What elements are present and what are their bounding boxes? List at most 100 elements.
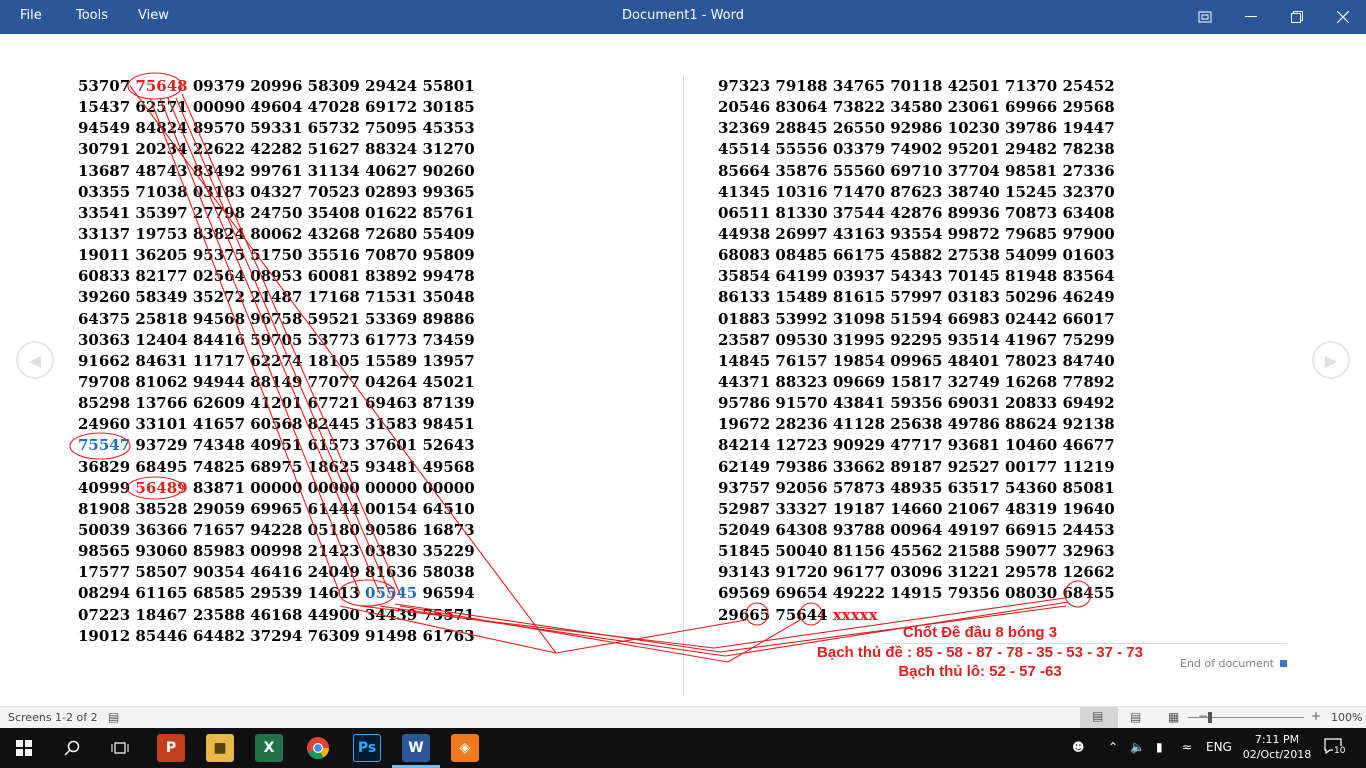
zoom-slider-thumb[interactable] bbox=[1208, 712, 1212, 723]
chrome-app-icon[interactable] bbox=[304, 734, 332, 762]
number-row: 24960 33101 41657 60568 82445 31583 9845… bbox=[78, 414, 475, 435]
number-row: 98565 93060 85983 00998 21423 03830 3522… bbox=[78, 541, 475, 562]
number-text: 93757 92056 57873 48935 63517 54360 8508… bbox=[718, 478, 1115, 497]
number-text: 01883 53992 31098 51594 66983 02442 6601… bbox=[718, 309, 1115, 328]
number-row: 97323 79188 34765 70118 42501 71370 2545… bbox=[718, 76, 1115, 97]
start-button[interactable] bbox=[10, 734, 38, 762]
pdf-app-icon[interactable]: ◈ bbox=[451, 734, 479, 762]
zoom-out-button[interactable]: − bbox=[1198, 709, 1208, 723]
number-text: 19012 85446 64482 37294 76309 91498 6176… bbox=[78, 626, 475, 645]
battery-icon[interactable]: ▮ bbox=[1156, 740, 1163, 754]
number-text: 97323 79188 34765 70118 42501 71370 2545… bbox=[718, 77, 1115, 95]
next-screen-button[interactable]: ▶ bbox=[1312, 341, 1350, 379]
chrome-icon bbox=[307, 737, 329, 759]
number-row: 33137 19753 83824 80062 43268 72680 5540… bbox=[78, 224, 475, 245]
menu-file[interactable]: File bbox=[20, 8, 42, 23]
print-layout-icon[interactable]: ▤ bbox=[1130, 710, 1141, 724]
number-text: 96594 bbox=[417, 584, 475, 603]
number-row: 69569 69654 49222 14915 79356 08030 6845… bbox=[718, 583, 1115, 604]
number-text: 33137 19753 83824 80062 43268 72680 5540… bbox=[78, 224, 475, 243]
page-divider bbox=[683, 76, 684, 696]
number-text: 50039 36366 71657 94228 05180 90586 1687… bbox=[78, 520, 475, 539]
number-row: 93757 92056 57873 48935 63517 54360 8508… bbox=[718, 478, 1115, 499]
number-text: 35854 64199 03937 54343 70145 81948 8356… bbox=[718, 267, 1115, 286]
restore-icon bbox=[1291, 11, 1303, 23]
menu-tools[interactable]: Tools bbox=[76, 8, 108, 23]
highlighted-number: xxxxx bbox=[832, 605, 878, 624]
annotation-line-1: Chốt Đề đầu 8 bóng 3 bbox=[902, 624, 1058, 641]
number-row: 33541 35397 27798 24750 35408 01622 8576… bbox=[78, 203, 475, 224]
search-button[interactable] bbox=[58, 734, 86, 762]
number-text: 20546 83064 73822 34580 23061 69966 2956… bbox=[718, 98, 1115, 117]
number-text: 24960 33101 41657 60568 82445 31583 9845… bbox=[78, 415, 475, 434]
action-center-button[interactable]: 10 bbox=[1324, 738, 1347, 758]
track-changes-icon[interactable]: ▤ bbox=[108, 710, 119, 724]
number-text: 51845 50040 81156 45562 21588 59077 3296… bbox=[718, 542, 1115, 561]
number-row: 95786 91570 43841 59356 69031 20833 6949… bbox=[718, 393, 1115, 414]
number-text: 93729 74348 40951 61573 37601 52643 bbox=[130, 436, 475, 455]
number-row: 19011 36205 95375 51750 35516 70870 9580… bbox=[78, 245, 475, 266]
number-row: 45514 55556 03379 74902 95201 29482 7823… bbox=[718, 139, 1115, 160]
number-text: 29665 75644 bbox=[718, 605, 833, 624]
zoom-slider-track[interactable] bbox=[1188, 717, 1304, 718]
annotation-line-2: Bạch thủ đề : 85 - 58 - 87 - 78 - 35 - 5… bbox=[817, 644, 1143, 661]
number-row: 03355 71038 03183 04327 70523 02893 9936… bbox=[78, 182, 475, 203]
number-row: 60833 82177 02564 08953 60081 83892 9947… bbox=[78, 266, 475, 287]
clock[interactable]: 7:11 PM 02/Oct/2018 bbox=[1242, 732, 1312, 762]
minimize-button[interactable] bbox=[1228, 0, 1274, 34]
end-of-document-label: End of document bbox=[1180, 657, 1274, 670]
zoom-level[interactable]: 100% bbox=[1331, 711, 1362, 724]
number-text: 44371 88323 09669 15817 32749 16268 7789… bbox=[718, 372, 1115, 391]
number-row: 81908 38528 29059 69965 61444 00154 6451… bbox=[78, 499, 475, 520]
number-row: 84214 12723 90929 47717 93681 10460 4667… bbox=[718, 435, 1115, 456]
number-row: 68083 08485 66175 45882 27538 54099 0160… bbox=[718, 245, 1115, 266]
menu-view[interactable]: View bbox=[138, 8, 169, 23]
highlighted-number: 56489 bbox=[135, 478, 188, 497]
focus-mode-button[interactable] bbox=[1182, 0, 1228, 34]
word-app-icon[interactable]: W bbox=[402, 734, 430, 762]
number-column-right: 97323 79188 34765 70118 42501 71370 2545… bbox=[718, 76, 1115, 626]
number-text: 84214 12723 90929 47717 93681 10460 4667… bbox=[718, 436, 1115, 455]
chevron-right-icon: ▶ bbox=[1324, 350, 1338, 370]
photoshop-app-icon[interactable]: Ps bbox=[353, 734, 381, 762]
number-row: 19012 85446 64482 37294 76309 91498 6176… bbox=[78, 626, 475, 647]
web-layout-icon[interactable]: ▦ bbox=[1168, 710, 1179, 724]
close-button[interactable] bbox=[1320, 0, 1366, 34]
language-indicator[interactable]: ENG bbox=[1206, 740, 1232, 754]
number-row: 50039 36366 71657 94228 05180 90586 1687… bbox=[78, 520, 475, 541]
number-row: 85298 13766 62609 41201 67721 69463 8713… bbox=[78, 393, 475, 414]
volume-muted-icon[interactable]: 🔈 bbox=[1130, 740, 1145, 754]
restore-button[interactable] bbox=[1274, 0, 1320, 34]
close-icon bbox=[1337, 11, 1349, 23]
powerpoint-app-icon[interactable]: P bbox=[157, 734, 185, 762]
wifi-icon[interactable]: ≈ bbox=[1182, 740, 1192, 754]
zoom-in-button[interactable]: + bbox=[1311, 709, 1321, 723]
word-window: File Tools View Document1 - Word ◀ ▶ 537… bbox=[0, 0, 1366, 768]
number-text: 44938 26997 43163 93554 99872 79685 9790… bbox=[718, 224, 1115, 243]
number-row: 29665 75644 xxxxx bbox=[718, 605, 1115, 626]
number-row: 44938 26997 43163 93554 99872 79685 9790… bbox=[718, 224, 1115, 245]
number-row: 52987 33327 19187 14660 21067 48319 1964… bbox=[718, 499, 1115, 520]
number-row: 30363 12404 84416 59705 53773 61773 7345… bbox=[78, 330, 475, 351]
task-view-button[interactable] bbox=[106, 734, 134, 762]
people-icon[interactable]: ☻ bbox=[1072, 740, 1085, 754]
number-text: 40999 bbox=[78, 478, 136, 497]
chevron-up-icon[interactable]: ⌃ bbox=[1108, 740, 1118, 754]
number-text: 09379 20996 58309 29424 55801 bbox=[187, 77, 475, 95]
excel-app-icon[interactable]: X bbox=[255, 734, 283, 762]
taskbar: P ■ X Ps W ◈ ☻ ⌃ 🔈 ▮ ≈ ENG 7:11 PM 02/Oc… bbox=[0, 728, 1366, 768]
number-text: 15437 62571 00090 49604 47028 69172 3018… bbox=[78, 98, 475, 117]
number-row: 17577 58507 90354 46416 24049 81636 5803… bbox=[78, 562, 475, 583]
previous-screen-button[interactable]: ◀ bbox=[16, 341, 54, 379]
clock-date: 02/Oct/2018 bbox=[1242, 748, 1312, 761]
number-text: 69569 69654 49222 14915 79356 08030 6845… bbox=[718, 584, 1115, 603]
read-mode-button[interactable]: ▤ bbox=[1080, 707, 1118, 728]
file-explorer-icon[interactable]: ■ bbox=[206, 734, 234, 762]
document-area[interactable]: ◀ ▶ 53707 75648 09379 20996 58309 29424 … bbox=[0, 34, 1366, 706]
number-text: 62149 79386 33662 89187 92527 00177 1121… bbox=[718, 457, 1115, 476]
number-row: 64375 25818 94568 96758 59521 53369 8988… bbox=[78, 309, 475, 330]
number-text: 85298 13766 62609 41201 67721 69463 8713… bbox=[78, 394, 475, 413]
number-text: 19011 36205 95375 51750 35516 70870 9580… bbox=[78, 246, 475, 265]
number-row: 51845 50040 81156 45562 21588 59077 3296… bbox=[718, 541, 1115, 562]
number-row: 94549 84824 89570 59331 65732 75095 4535… bbox=[78, 118, 475, 139]
